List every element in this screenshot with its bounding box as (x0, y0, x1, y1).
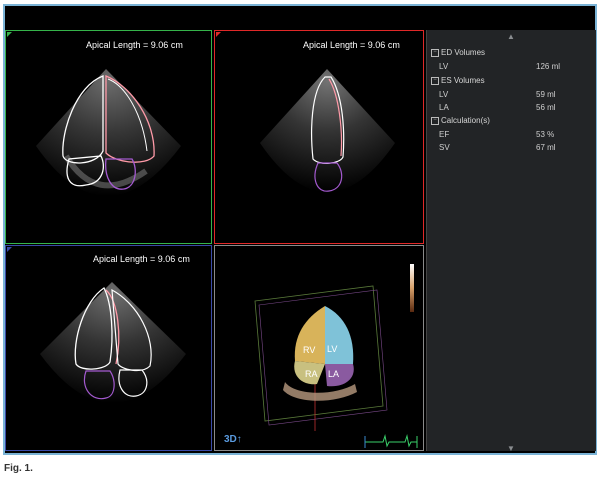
echo-image-four-chamber (36, 69, 181, 196)
viewport-3d-render[interactable]: RV LV RA LA 3D↑ (214, 245, 424, 451)
top-bar (5, 6, 595, 30)
chamber-label-lv: LV (327, 344, 337, 354)
figure-caption: Fig. 1. (4, 463, 33, 474)
echo-image-two-chamber (260, 69, 395, 192)
chamber-label-rv: RV (303, 345, 315, 355)
chamber-label-la: LA (328, 369, 339, 379)
viewport-top-right[interactable]: Apical Length = 9.06 cm (214, 30, 424, 244)
3d-mode-label[interactable]: 3D↑ (224, 434, 242, 445)
section-es-volumes[interactable]: − ES Volumes (431, 76, 485, 85)
caret-down-icon[interactable]: ▼ (507, 444, 515, 453)
results-panel: ▲ − ED Volumes LV 126 ml − ES Volumes LV 5… (426, 30, 596, 453)
colormap-bar (410, 264, 414, 312)
caret-up-icon[interactable]: ▲ (507, 32, 515, 41)
section-ed-volumes[interactable]: − ED Volumes (431, 48, 485, 57)
heart-3d-model: RV LV RA LA (254, 264, 418, 448)
viewport-bottom-left[interactable]: Apical Length = 9.06 cm (5, 245, 212, 451)
ecg-trace (364, 434, 418, 448)
viewport-top-left[interactable]: Apical Length = 9.06 cm (5, 30, 212, 244)
minus-box-icon[interactable]: − (431, 76, 439, 85)
minus-box-icon[interactable]: − (431, 116, 439, 125)
chamber-label-ra: RA (305, 369, 318, 379)
app-window: Apical Length = 9.06 cm Apical Length = … (3, 4, 597, 455)
section-calculations[interactable]: − Calculation(s) (431, 116, 490, 125)
echo-image-three-chamber (40, 282, 186, 403)
minus-box-icon[interactable]: − (431, 48, 439, 57)
